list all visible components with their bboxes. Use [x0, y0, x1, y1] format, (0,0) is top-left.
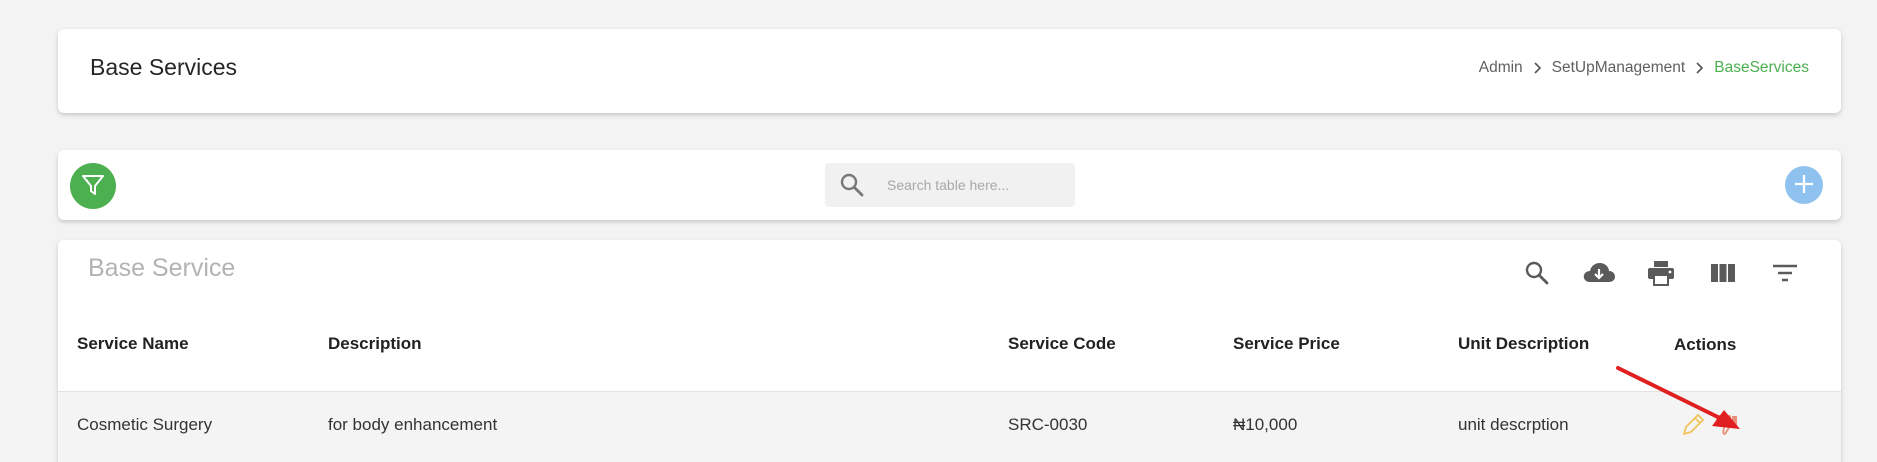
- breadcrumb-admin[interactable]: Admin: [1479, 59, 1523, 77]
- cell-service-price: ₦10,000: [1233, 415, 1298, 434]
- page-title: Base Services: [90, 54, 238, 80]
- search-icon: [839, 172, 865, 198]
- print-icon: [1647, 260, 1675, 289]
- filter-icon: [80, 172, 106, 201]
- column-header-description[interactable]: Description: [328, 334, 422, 354]
- page-header: Base Services Admin SetUpManagement Base…: [58, 29, 1841, 113]
- search-icon: [1524, 260, 1550, 289]
- base-service-table: Base Service Service Name Description Se…: [58, 240, 1841, 462]
- breadcrumb-base-services: BaseServices: [1714, 59, 1809, 76]
- plus-icon: [1793, 173, 1815, 198]
- cell-service-name: Cosmetic Surgery: [77, 415, 213, 434]
- column-header-service-name[interactable]: Service Name: [77, 334, 189, 354]
- cell-service-code: SRC-0030: [1008, 415, 1088, 434]
- cell-description: for body enhancement: [328, 415, 498, 434]
- annotation-arrow-icon: [1612, 363, 1752, 448]
- add-service-button[interactable]: [1785, 166, 1823, 204]
- filter-list-icon: [1772, 262, 1798, 287]
- cloud-download-icon: [1582, 260, 1616, 289]
- breadcrumb: Admin SetUpManagement BaseServices: [1479, 59, 1809, 77]
- table-tools: [1521, 258, 1801, 290]
- column-header-unit-description[interactable]: Unit Description: [1458, 334, 1589, 354]
- search-input[interactable]: [887, 177, 1047, 193]
- print-button[interactable]: [1645, 258, 1677, 290]
- download-button[interactable]: [1583, 258, 1615, 290]
- search-box: [825, 163, 1075, 207]
- filter-button[interactable]: [70, 163, 116, 209]
- view-column-icon: [1710, 262, 1736, 287]
- table-title: Base Service: [88, 254, 236, 282]
- table-search-button[interactable]: [1521, 258, 1553, 290]
- table-toolbar: [58, 150, 1841, 220]
- breadcrumb-setup-management[interactable]: SetUpManagement: [1552, 59, 1686, 77]
- table-row[interactable]: [58, 391, 1841, 462]
- column-header-actions: Actions: [1674, 335, 1737, 354]
- chevron-right-icon: [1695, 62, 1704, 74]
- filter-table-button[interactable]: [1769, 258, 1801, 290]
- columns-button[interactable]: [1707, 258, 1739, 290]
- chevron-right-icon: [1533, 62, 1542, 74]
- column-header-service-price[interactable]: Service Price: [1233, 334, 1340, 354]
- cell-unit-description: unit descrption: [1458, 415, 1569, 434]
- column-header-service-code[interactable]: Service Code: [1008, 334, 1116, 354]
